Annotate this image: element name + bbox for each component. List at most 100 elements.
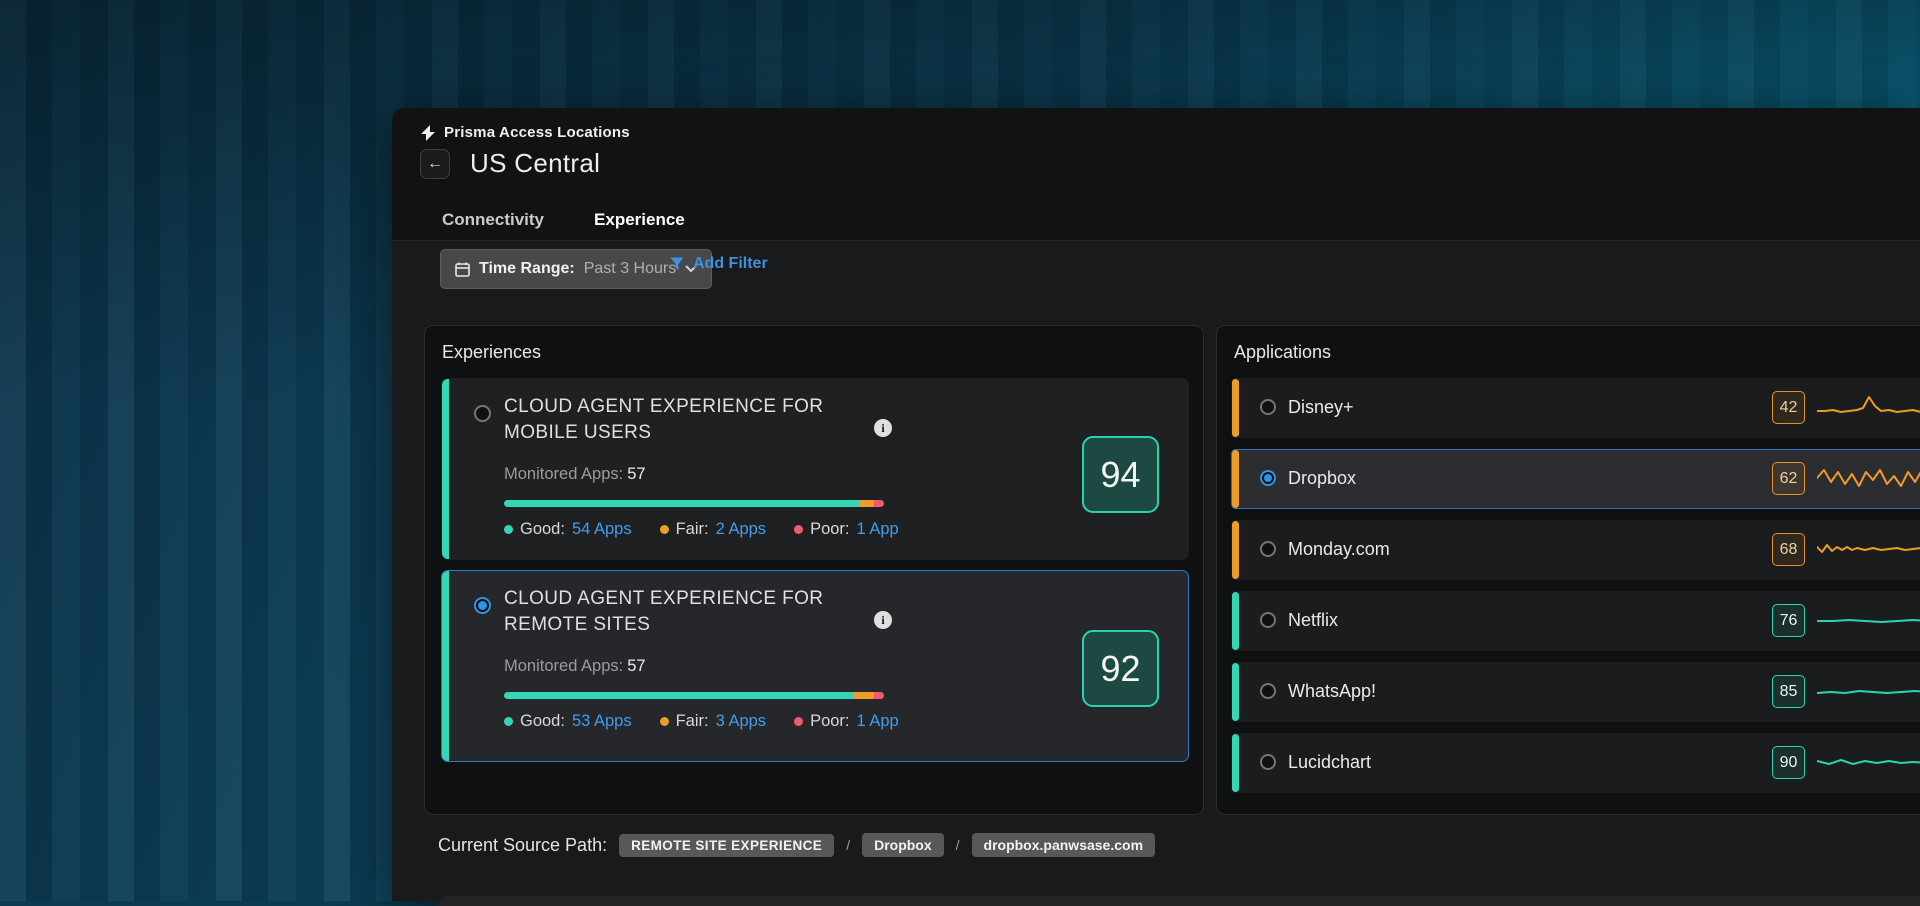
experience-score-badge: 94 xyxy=(1082,436,1159,513)
sparkline-chart xyxy=(1817,532,1920,568)
legend-poor: Poor: 1 App xyxy=(794,520,899,539)
app-name: Netflix xyxy=(1288,610,1338,631)
app-window: Prisma Access Locations ← US Central Con… xyxy=(392,108,1920,901)
monitored-apps: Monitored Apps:57 xyxy=(504,657,646,676)
app-score-badge: 42 xyxy=(1772,391,1805,424)
time-range-value: Past 3 Hours xyxy=(584,260,676,278)
add-filter-button[interactable]: Add Filter xyxy=(670,255,768,273)
tab-experience[interactable]: Experience xyxy=(588,204,691,244)
app-health-bar xyxy=(504,500,884,507)
app-title: Prisma Access Locations xyxy=(444,124,630,141)
source-path-segment-experience: REMOTE SITE EXPERIENCE xyxy=(619,834,834,857)
back-arrow-icon: ← xyxy=(427,155,443,172)
legend-poor: Poor: 1 App xyxy=(794,712,899,731)
info-icon[interactable]: i xyxy=(874,419,892,437)
experience-card-mobile-users[interactable]: CLOUD AGENT EXPERIENCE FOR MOBILE USERS … xyxy=(441,378,1189,560)
fair-dot-icon xyxy=(660,717,669,726)
bar-segment-fair xyxy=(859,500,874,507)
applications-panel: Applications Disney+ 42 Dropbox 62 xyxy=(1216,325,1920,815)
calendar-icon xyxy=(455,262,470,277)
app-name: Monday.com xyxy=(1288,539,1390,560)
app-score-badge: 85 xyxy=(1772,675,1805,708)
legend-fair-label: Fair: xyxy=(676,712,709,731)
app-row-netflix[interactable]: Netflix 76 xyxy=(1231,591,1920,651)
title-row: ← US Central xyxy=(420,148,600,179)
experience-radio-remote-sites[interactable] xyxy=(474,597,491,614)
health-legend: Good: 53 Apps Fair: 3 Apps Poor: 1 App xyxy=(504,712,899,731)
app-radio-netflix[interactable] xyxy=(1260,612,1276,628)
app-radio-whatsapp[interactable] xyxy=(1260,683,1276,699)
content-area: Time Range: Past 3 Hours Add Filter Expe… xyxy=(392,240,1920,901)
applications-title: Applications xyxy=(1234,342,1331,363)
legend-fair-value[interactable]: 3 Apps xyxy=(716,712,766,731)
monitored-apps-value: 57 xyxy=(627,657,645,675)
experiences-panel: Experiences CLOUD AGENT EXPERIENCE FOR M… xyxy=(424,325,1204,815)
bar-segment-good xyxy=(504,500,859,507)
tab-connectivity[interactable]: Connectivity xyxy=(436,204,550,244)
app-row-dropbox[interactable]: Dropbox 62 xyxy=(1231,449,1920,509)
legend-poor-value[interactable]: 1 App xyxy=(857,712,899,731)
poor-dot-icon xyxy=(794,717,803,726)
app-name: Lucidchart xyxy=(1288,752,1371,773)
good-dot-icon xyxy=(504,525,513,534)
experience-score-badge: 92 xyxy=(1082,630,1159,707)
path-separator: / xyxy=(846,837,850,853)
applications-list: Disney+ 42 Dropbox 62 Monday.com 68 xyxy=(1231,378,1920,804)
app-radio-monday[interactable] xyxy=(1260,541,1276,557)
info-icon[interactable]: i xyxy=(874,611,892,629)
experiences-title: Experiences xyxy=(442,342,541,363)
experience-radio-mobile-users[interactable] xyxy=(474,405,491,422)
row-accent-bar xyxy=(1232,592,1239,650)
app-score-badge: 90 xyxy=(1772,746,1805,779)
bar-segment-poor xyxy=(874,500,884,507)
legend-good-label: Good: xyxy=(520,712,565,731)
monitored-apps-label: Monitored Apps: xyxy=(504,465,623,483)
good-dot-icon xyxy=(504,717,513,726)
bar-segment-fair xyxy=(854,692,875,699)
bar-segment-poor xyxy=(874,692,884,699)
filter-funnel-icon xyxy=(670,257,684,271)
current-source-path: Current Source Path: REMOTE SITE EXPERIE… xyxy=(438,833,1155,857)
back-button[interactable]: ← xyxy=(420,149,450,179)
app-row-monday[interactable]: Monday.com 68 xyxy=(1231,520,1920,580)
experience-card-title: CLOUD AGENT EXPERIENCE FOR REMOTE SITES xyxy=(504,586,864,638)
row-accent-bar xyxy=(1232,450,1239,508)
app-score-badge: 68 xyxy=(1772,533,1805,566)
app-radio-lucidchart[interactable] xyxy=(1260,754,1276,770)
legend-poor-label: Poor: xyxy=(810,520,849,539)
app-row-whatsapp[interactable]: WhatsApp! 85 xyxy=(1231,662,1920,722)
card-accent-bar xyxy=(442,379,449,559)
health-legend: Good: 54 Apps Fair: 2 Apps Poor: 1 App xyxy=(504,520,899,539)
source-path-segment-app: Dropbox xyxy=(862,833,944,857)
legend-good-value[interactable]: 54 Apps xyxy=(572,520,632,539)
app-row-disney[interactable]: Disney+ 42 xyxy=(1231,378,1920,438)
legend-fair-value[interactable]: 2 Apps xyxy=(716,520,766,539)
app-score-badge: 62 xyxy=(1772,462,1805,495)
legend-poor-label: Poor: xyxy=(810,712,849,731)
legend-good-value[interactable]: 53 Apps xyxy=(572,712,632,731)
app-row-lucidchart[interactable]: Lucidchart 90 xyxy=(1231,733,1920,793)
legend-good-label: Good: xyxy=(520,520,565,539)
monitored-apps-label: Monitored Apps: xyxy=(504,657,623,675)
path-separator: / xyxy=(956,837,960,853)
brand-row: Prisma Access Locations xyxy=(420,124,630,141)
sparkline-chart xyxy=(1817,461,1920,497)
app-radio-dropbox[interactable] xyxy=(1260,470,1276,486)
bar-segment-good xyxy=(504,692,854,699)
app-radio-disney[interactable] xyxy=(1260,399,1276,415)
row-accent-bar xyxy=(1232,663,1239,721)
time-range-label: Time Range: xyxy=(479,260,575,278)
app-name: Dropbox xyxy=(1288,468,1356,489)
legend-fair-label: Fair: xyxy=(676,520,709,539)
app-name: Disney+ xyxy=(1288,397,1354,418)
next-section-edge xyxy=(438,896,1920,906)
fair-dot-icon xyxy=(660,525,669,534)
legend-good: Good: 54 Apps xyxy=(504,520,632,539)
add-filter-label: Add Filter xyxy=(693,255,768,273)
legend-poor-value[interactable]: 1 App xyxy=(857,520,899,539)
row-accent-bar xyxy=(1232,521,1239,579)
page-title: US Central xyxy=(470,148,600,179)
sparkline-chart xyxy=(1817,745,1920,781)
monitored-apps-value: 57 xyxy=(627,465,645,483)
experience-card-remote-sites[interactable]: CLOUD AGENT EXPERIENCE FOR REMOTE SITES … xyxy=(441,570,1189,762)
